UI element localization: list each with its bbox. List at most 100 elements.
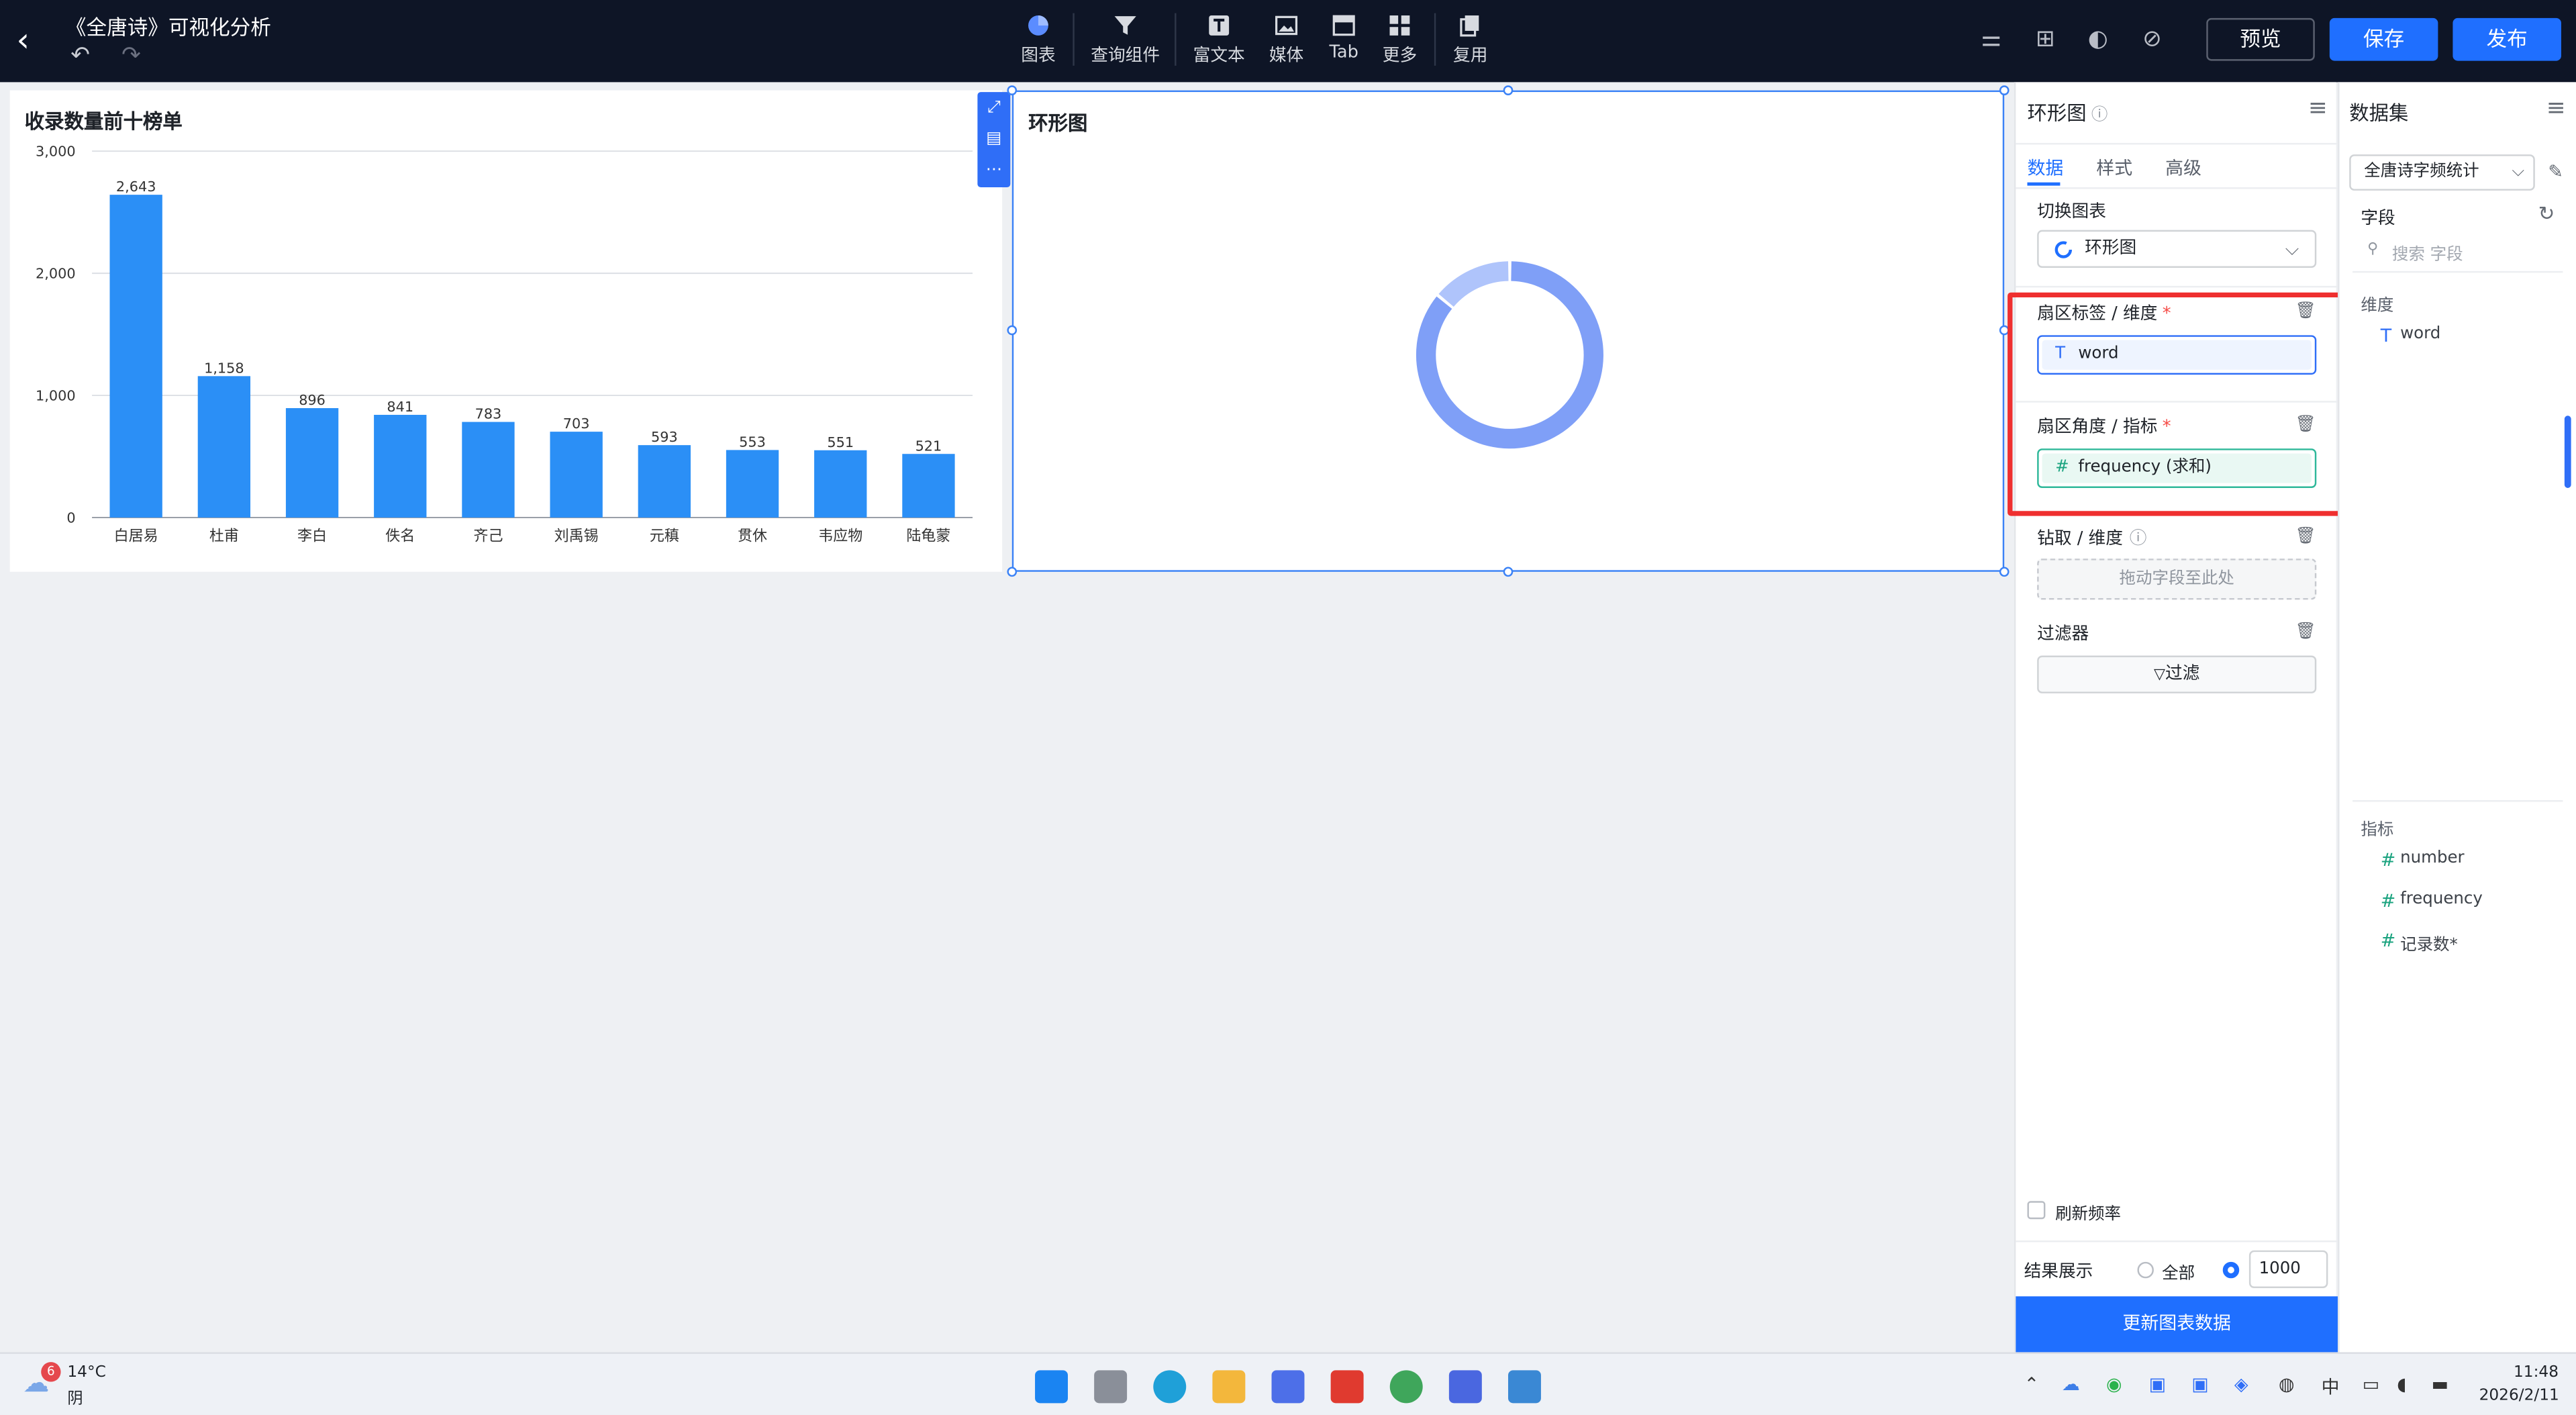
- refresh-icon[interactable]: ↻: [2538, 202, 2555, 225]
- dimension-field-item[interactable]: Tword: [2381, 326, 2441, 347]
- windows-start-icon[interactable]: [1035, 1370, 1069, 1404]
- layout-icon[interactable]: ⊞: [2030, 25, 2060, 54]
- file-explorer-icon[interactable]: [1212, 1370, 1246, 1404]
- tab-advanced[interactable]: 高级: [2165, 154, 2201, 181]
- field-search-input[interactable]: 搜索 字段: [2392, 240, 2540, 264]
- toolbar-reuse-button[interactable]: 复用: [1450, 10, 1490, 76]
- update-chart-data-button[interactable]: 更新图表数据: [2016, 1296, 2338, 1353]
- toolbar-more-button[interactable]: 更多: [1380, 10, 1420, 76]
- scrollbar-thumb[interactable]: [2564, 416, 2571, 488]
- resize-handle[interactable]: [1503, 567, 1514, 577]
- tray-app-icon[interactable]: ▣: [2149, 1373, 2166, 1395]
- x-tick-label: 佚名: [385, 528, 415, 544]
- app-active-icon[interactable]: [1448, 1370, 1482, 1404]
- metric-field-item[interactable]: # frequency: [2381, 891, 2483, 912]
- details-icon[interactable]: ▤: [977, 124, 1010, 155]
- undo-icon[interactable]: ↶: [70, 43, 90, 69]
- bar: [902, 454, 955, 518]
- y-tick-label: 3,000: [36, 144, 76, 160]
- publish-button[interactable]: 发布: [2453, 17, 2561, 61]
- ime-indicator[interactable]: 中: [2322, 1373, 2340, 1400]
- toolbar-chart-button[interactable]: 图表: [1017, 10, 1060, 76]
- toolbar-more-label: 更多: [1382, 46, 1418, 66]
- edge-browser-icon[interactable]: [1153, 1370, 1187, 1404]
- onedrive-icon[interactable]: ☁: [2062, 1373, 2080, 1395]
- metric-field-item[interactable]: # 记录数*: [2381, 930, 2458, 955]
- task-view-icon[interactable]: [1094, 1370, 1128, 1404]
- tray-app-icon[interactable]: ▣: [2191, 1373, 2208, 1395]
- drill-dropzone[interactable]: 拖动字段至此处: [2037, 558, 2317, 600]
- drill-title: 钻取 / 维度 ⓘ: [2037, 529, 2147, 549]
- resize-handle[interactable]: [1999, 567, 2010, 577]
- toolbar-richtext-button[interactable]: 富文本: [1193, 10, 1245, 76]
- filter-title: 过滤器: [2037, 624, 2089, 644]
- expand-icon[interactable]: ⤢: [977, 92, 1010, 124]
- resize-handle[interactable]: [1007, 567, 1018, 577]
- result-all-radio[interactable]: [2137, 1261, 2154, 1279]
- hide-eye-icon[interactable]: ⊘: [2137, 25, 2167, 54]
- donut-chart-card[interactable]: 环形图: [1011, 90, 2005, 572]
- toolbar-media-button[interactable]: 媒体: [1265, 10, 1308, 76]
- tray-app-icon[interactable]: ◈: [2234, 1373, 2248, 1395]
- bar-chart: 0 1,000 2,000 3,000 2,643 白居易 1,158 杜甫 896 李白 841 佚…: [36, 144, 973, 544]
- notepad-icon[interactable]: [1507, 1370, 1541, 1404]
- save-button[interactable]: 保存: [2329, 17, 2438, 61]
- resize-handle[interactable]: [1503, 85, 1514, 95]
- metric-section-label: 指标: [2361, 821, 2394, 840]
- highlight-box: [2008, 292, 2343, 516]
- network-icon[interactable]: ▭: [2363, 1373, 2379, 1395]
- chrome-icon[interactable]: [1389, 1370, 1423, 1404]
- resize-handle[interactable]: [1999, 85, 2010, 95]
- info-icon[interactable]: ⓘ: [2091, 100, 2108, 125]
- filter-button[interactable]: ▽过滤: [2037, 655, 2317, 693]
- image-icon: [1275, 15, 1298, 36]
- bar: [197, 376, 251, 518]
- bar-chart-card[interactable]: 收录数量前十榜单 0 1,000 2,000 3,000 2,643 白居易 1,158 杜甫…: [9, 90, 1003, 572]
- qq-icon[interactable]: ◍: [2279, 1373, 2295, 1395]
- chart-type-select[interactable]: 环形图 ⌵: [2037, 230, 2317, 268]
- metric-field-item[interactable]: # number: [2381, 849, 2465, 871]
- chevron-down-icon: ⌵: [2512, 162, 2525, 181]
- redo-icon[interactable]: ↷: [121, 43, 141, 69]
- number-type-icon: #: [2380, 930, 2396, 952]
- result-count-radio[interactable]: [2222, 1261, 2240, 1279]
- trash-icon[interactable]: 🗑: [2295, 528, 2316, 547]
- menu-icon[interactable]: ≡: [2546, 95, 2566, 121]
- volume-icon[interactable]: ◖: [2397, 1373, 2406, 1395]
- bar-value-label: 703: [563, 416, 590, 432]
- settings-sliders-icon[interactable]: ⚌: [1977, 25, 2006, 54]
- bar-value-label: 1,158: [204, 360, 244, 376]
- chevron-up-icon[interactable]: ⌃: [2024, 1373, 2040, 1395]
- bar-value-label: 521: [915, 438, 942, 454]
- resize-handle[interactable]: [1007, 325, 1018, 336]
- more-dots-icon[interactable]: ⋯: [977, 154, 1010, 186]
- bar: [109, 195, 162, 518]
- toolbar-query-button[interactable]: 查询组件: [1089, 10, 1162, 76]
- wechat-icon[interactable]: ◉: [2106, 1373, 2122, 1395]
- battery-icon[interactable]: ▬: [2432, 1373, 2448, 1395]
- dimension-section-label: 维度: [2361, 297, 2394, 315]
- preview-button[interactable]: 预览: [2206, 17, 2315, 61]
- tab-data[interactable]: 数据: [2027, 154, 2063, 181]
- x-tick-label: 刘禹锡: [554, 528, 599, 544]
- result-count-input[interactable]: 1000: [2248, 1250, 2328, 1288]
- edit-pencil-icon[interactable]: ✎: [2548, 161, 2563, 183]
- theme-palette-icon[interactable]: ◐: [2083, 25, 2113, 54]
- x-tick-label: 元稹: [650, 528, 679, 544]
- resize-handle[interactable]: [1007, 85, 1018, 95]
- refresh-checkbox[interactable]: [2027, 1201, 2046, 1220]
- store-icon[interactable]: [1271, 1370, 1305, 1404]
- wps-icon[interactable]: [1330, 1370, 1364, 1404]
- bar-value-label: 2,643: [116, 179, 156, 195]
- dataset-select[interactable]: 全唐诗字频统计 ⌵: [2349, 154, 2535, 191]
- x-tick-label: 贯休: [738, 528, 767, 544]
- menu-icon[interactable]: ≡: [2308, 95, 2328, 121]
- bar-value-label: 896: [299, 392, 326, 408]
- refresh-label: 刷新频率: [2055, 1206, 2121, 1224]
- tab-style[interactable]: 样式: [2096, 154, 2132, 181]
- toolbar-tab-button[interactable]: Tab: [1324, 10, 1364, 76]
- back-icon[interactable]: ‹: [16, 19, 49, 59]
- trash-icon[interactable]: 🗑: [2295, 623, 2316, 642]
- toolbar-media-label: 媒体: [1269, 46, 1304, 66]
- info-icon[interactable]: ⓘ: [2130, 529, 2147, 548]
